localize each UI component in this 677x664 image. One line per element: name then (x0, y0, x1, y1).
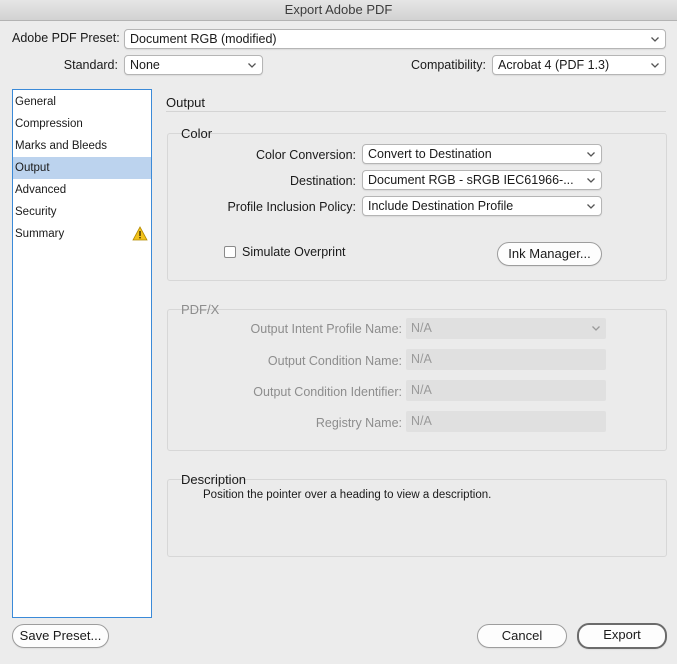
destination-value: Document RGB - sRGB IEC61966-... (368, 173, 574, 187)
profile-policy-dropdown[interactable]: Include Destination Profile (362, 196, 602, 216)
compatibility-label: Compatibility: (410, 58, 486, 72)
registry-name-value: N/A (411, 414, 432, 428)
simulate-overprint-checkbox[interactable] (224, 246, 236, 258)
sidebar-item-label: Summary (15, 228, 65, 240)
simulate-overprint-label: Simulate Overprint (242, 245, 346, 259)
registry-name-field: N/A (406, 411, 606, 432)
output-intent-profile-dropdown: N/A (406, 318, 606, 339)
preset-dropdown[interactable]: Document RGB (modified) (124, 29, 666, 49)
window-title: Export Adobe PDF (284, 2, 393, 17)
profile-policy-value: Include Destination Profile (368, 199, 514, 213)
standard-dropdown[interactable]: None (124, 55, 263, 75)
sidebar-item-marks-and-bleeds[interactable]: Marks and Bleeds (13, 135, 151, 157)
sidebar-item-label: General (15, 96, 56, 108)
description-text: Position the pointer over a heading to v… (203, 489, 492, 501)
chevron-down-icon (591, 323, 601, 333)
export-button[interactable]: Export (577, 623, 667, 649)
sidebar-item-advanced[interactable]: Advanced (13, 179, 151, 201)
compatibility-dropdown[interactable]: Acrobat 4 (PDF 1.3) (492, 55, 666, 75)
save-preset-button[interactable]: Save Preset... (12, 624, 109, 648)
output-condition-name-label: Output Condition Name: (267, 354, 402, 368)
sidebar-item-label: Marks and Bleeds (15, 140, 108, 152)
color-section-title: Color (181, 126, 213, 141)
output-intent-profile-value: N/A (411, 321, 432, 335)
sidebar-item-security[interactable]: Security (13, 201, 151, 223)
output-condition-identifier-field: N/A (406, 380, 606, 401)
warning-triangle-icon (132, 226, 148, 241)
color-conversion-dropdown[interactable]: Convert to Destination (362, 144, 602, 164)
preset-label: Adobe PDF Preset: (12, 31, 120, 45)
standard-value: None (130, 58, 160, 72)
pdfx-section-title: PDF/X (181, 302, 220, 317)
chevron-down-icon (586, 201, 596, 211)
standard-label: Standard: (63, 58, 118, 72)
heading-divider (166, 111, 666, 112)
cancel-label: Cancel (501, 628, 543, 643)
cancel-button[interactable]: Cancel (477, 624, 567, 648)
export-label: Export (603, 627, 641, 642)
page-title: Output (166, 95, 206, 110)
output-condition-identifier-label: Output Condition Identifier: (253, 385, 402, 399)
compatibility-value: Acrobat 4 (PDF 1.3) (498, 58, 610, 72)
save-preset-label: Save Preset... (19, 628, 102, 643)
sidebar-item-label: Advanced (15, 184, 67, 196)
ink-manager-label: Ink Manager... (508, 246, 591, 261)
sidebar-item-general[interactable]: General (13, 91, 151, 113)
description-title: Description (181, 472, 247, 487)
color-conversion-label: Color Conversion: (255, 148, 356, 162)
profile-policy-label: Profile Inclusion Policy: (227, 200, 356, 214)
chevron-down-icon (650, 60, 660, 70)
chevron-down-icon (586, 175, 596, 185)
sidebar-item-output[interactable]: Output (13, 157, 151, 179)
destination-dropdown[interactable]: Document RGB - sRGB IEC61966-... (362, 170, 602, 190)
output-condition-name-value: N/A (411, 352, 432, 366)
sidebar-item-summary[interactable]: Summary (13, 223, 151, 245)
sidebar-item-label: Output (15, 162, 50, 174)
destination-label: Destination: (289, 174, 356, 188)
category-sidebar: General Compression Marks and Bleeds Out… (12, 89, 152, 618)
output-condition-identifier-value: N/A (411, 383, 432, 397)
registry-name-label: Registry Name: (315, 416, 402, 430)
chevron-down-icon (247, 60, 257, 70)
color-conversion-value: Convert to Destination (368, 147, 492, 161)
output-condition-name-field: N/A (406, 349, 606, 370)
output-intent-profile-label: Output Intent Profile Name: (250, 322, 402, 336)
chevron-down-icon (650, 34, 660, 44)
sidebar-item-compression[interactable]: Compression (13, 113, 151, 135)
window-titlebar: Export Adobe PDF (0, 0, 677, 21)
sidebar-item-label: Security (15, 206, 57, 218)
ink-manager-button[interactable]: Ink Manager... (497, 242, 602, 266)
chevron-down-icon (586, 149, 596, 159)
preset-value: Document RGB (modified) (130, 32, 277, 46)
sidebar-item-label: Compression (15, 118, 83, 130)
